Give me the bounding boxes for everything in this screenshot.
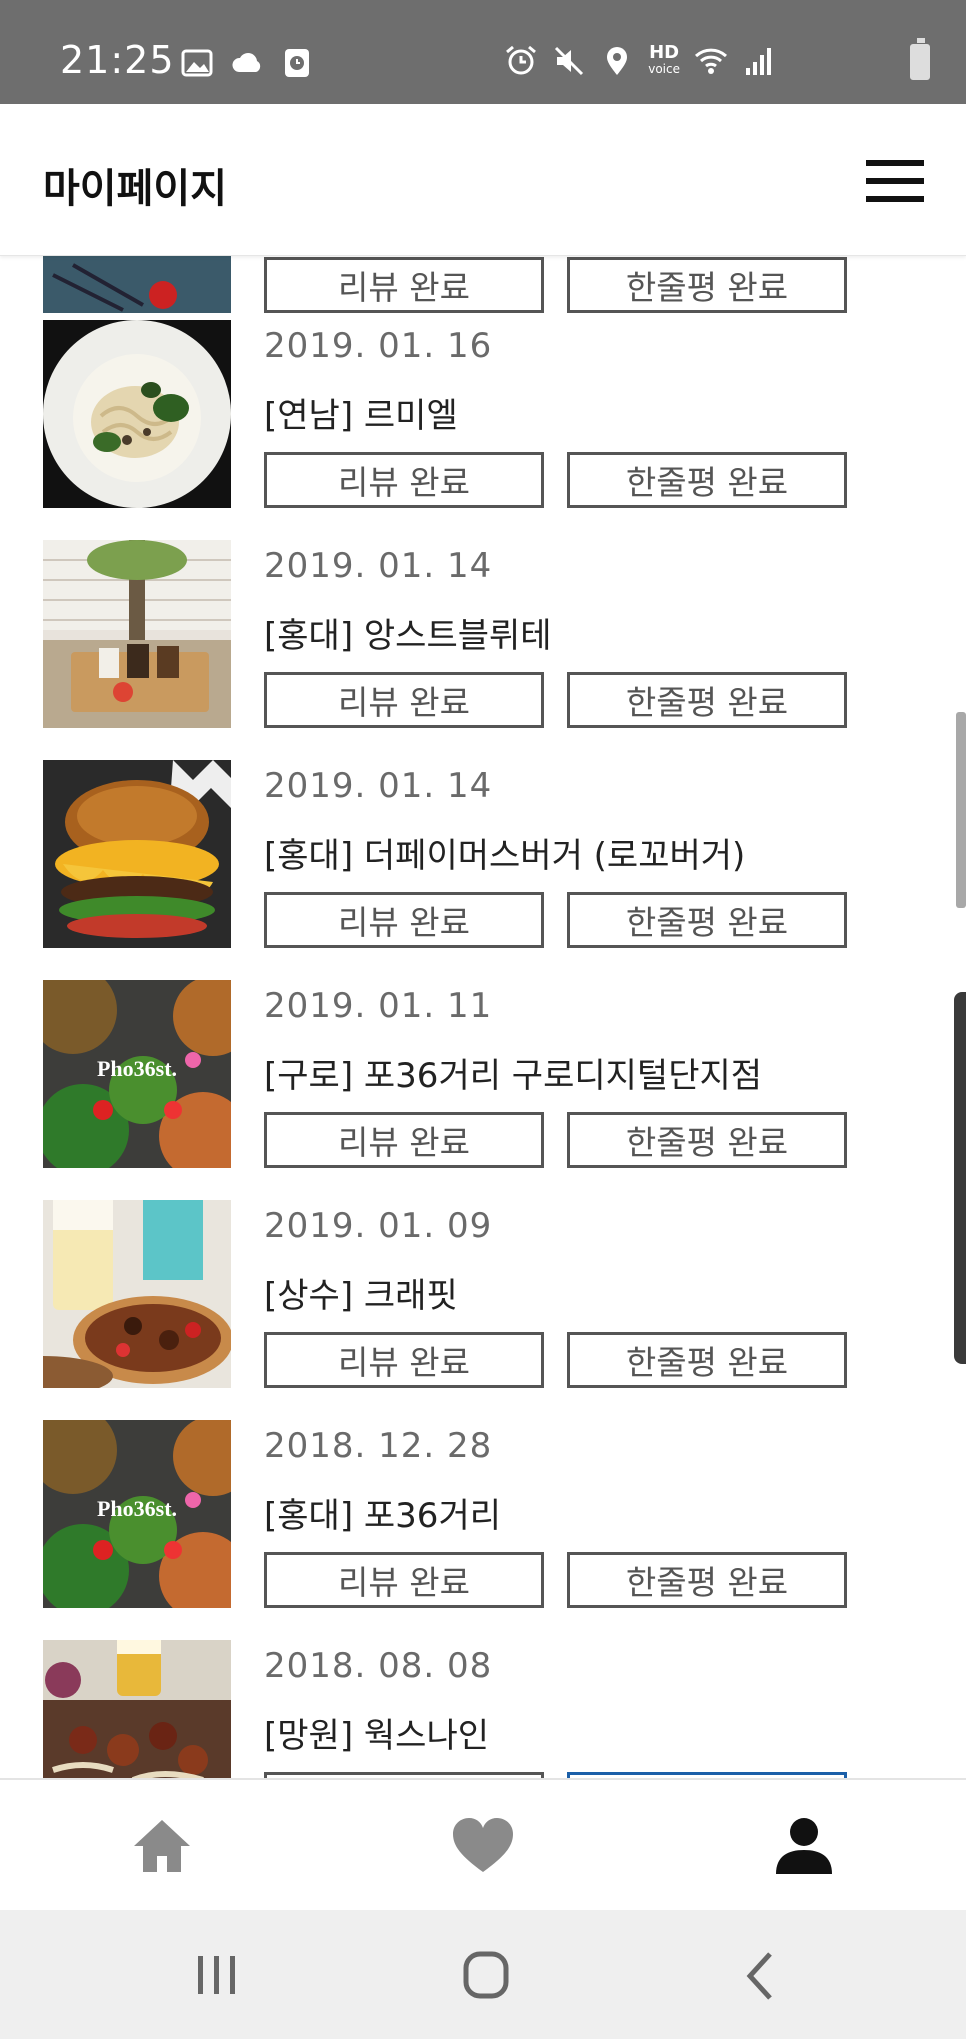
restaurant-name[interactable]: [상수] 크래핏	[264, 1268, 458, 1317]
list-item[interactable]: 2019. 01. 14 [홍대] 더페이머스버거 (로꼬버거) 리뷰 완료 한…	[0, 760, 900, 980]
food-thumbnail[interactable]	[43, 1640, 231, 1780]
restaurant-name[interactable]: [망원] 웍스나인	[264, 1708, 489, 1757]
food-thumbnail[interactable]	[43, 320, 231, 508]
cloud-icon	[232, 53, 261, 72]
restaurant-name[interactable]: [홍대] 앙스트블뤼테	[264, 608, 552, 657]
hd-voice-icon: HD voice	[648, 42, 680, 77]
signal-icon	[746, 48, 771, 75]
visit-date: 2019. 01. 14	[264, 766, 493, 806]
home-icon[interactable]	[126, 1810, 198, 1882]
food-thumbnail[interactable]	[43, 760, 231, 948]
list-item[interactable]: 2018. 08. 08 [망원] 웍스나인	[0, 1640, 900, 1780]
clock-app-icon	[285, 49, 309, 77]
image-icon	[181, 49, 213, 77]
pho36-logo-text: Pho36st.	[97, 1496, 177, 1521]
status-right-icons: HD voice	[504, 44, 776, 78]
review-done-button[interactable]: 리뷰 완료	[264, 1332, 544, 1388]
restaurant-name[interactable]: [홍대] 더페이머스버거 (로꼬버거)	[264, 828, 745, 877]
heart-icon[interactable]	[447, 1810, 519, 1882]
restaurant-name[interactable]: [홍대] 포36거리	[264, 1488, 501, 1537]
list-item[interactable]: Pho36st. 2018. 12. 28 [홍대] 포36거리 리뷰 완료 한…	[0, 1420, 900, 1640]
review-done-button[interactable]: 리뷰 완료	[264, 672, 544, 728]
list-item[interactable]: 2019. 01. 09 [상수] 크래핏 리뷰 완료 한줄평 완료	[0, 1200, 900, 1420]
status-time: 21:25	[60, 38, 175, 82]
battery-icon	[910, 38, 930, 80]
food-thumbnail[interactable]: Pho36st.	[43, 980, 231, 1168]
oneline-done-button[interactable]: 한줄평 완료	[567, 1552, 847, 1608]
menu-line	[866, 178, 924, 184]
review-done-button[interactable]: 리뷰 완료	[264, 1552, 544, 1608]
restaurant-name[interactable]: [연남] 르미엘	[264, 388, 458, 437]
visit-date: 2019. 01. 09	[264, 1206, 493, 1246]
wifi-icon	[694, 48, 728, 74]
bottom-navigation	[0, 1778, 966, 1910]
visit-date: 2019. 01. 11	[264, 986, 493, 1026]
visit-date: 2018. 08. 08	[264, 1646, 493, 1686]
visit-date: 2019. 01. 16	[264, 326, 493, 366]
user-icon[interactable]	[768, 1810, 840, 1882]
hamburger-menu-icon[interactable]	[866, 160, 924, 202]
list-item[interactable]: 2019. 01. 14 [홍대] 앙스트블뤼테 리뷰 완료 한줄평 완료	[0, 540, 900, 760]
page-title: 마이페이지	[43, 166, 227, 212]
app-header: 마이페이지	[0, 104, 966, 256]
hd-label: HD	[649, 42, 680, 63]
list-item[interactable]: Pho36st. 2019. 01. 11 [구로] 포36거리 구로디지털단지…	[0, 980, 900, 1200]
review-done-button[interactable]: 리뷰 완료	[264, 257, 544, 313]
oneline-done-button[interactable]: 한줄평 완료	[567, 1112, 847, 1168]
review-done-button[interactable]: 리뷰 완료	[264, 452, 544, 508]
food-thumbnail[interactable]	[43, 1200, 231, 1388]
back-icon[interactable]	[732, 1948, 792, 2004]
oneline-done-button[interactable]: 한줄평 완료	[567, 1332, 847, 1388]
list-item[interactable]: 2019. 01. 16 [연남] 르미엘 리뷰 완료 한줄평 완료	[0, 320, 900, 540]
review-done-button[interactable]: 리뷰 완료	[264, 892, 544, 948]
recent-apps-icon[interactable]	[186, 1948, 246, 2004]
restaurant-name[interactable]: [구로] 포36거리 구로디지털단지점	[264, 1048, 762, 1097]
status-left-icons	[180, 46, 314, 80]
location-icon	[607, 47, 628, 75]
alarm-icon	[506, 45, 537, 75]
edge-panel-handle[interactable]	[954, 992, 966, 1364]
oneline-done-button[interactable]: 한줄평 완료	[567, 672, 847, 728]
voice-label: voice	[648, 62, 680, 76]
oneline-done-button[interactable]: 한줄평 완료	[567, 892, 847, 948]
menu-line	[866, 196, 924, 202]
system-navigation-bar	[0, 1910, 966, 2039]
mute-icon	[555, 46, 584, 76]
home-circle-icon[interactable]	[456, 1948, 516, 2004]
oneline-done-button[interactable]: 한줄평 완료	[567, 257, 847, 313]
food-thumbnail[interactable]	[43, 256, 231, 313]
visit-date: 2019. 01. 14	[264, 546, 493, 586]
review-done-button[interactable]: 리뷰 완료	[264, 1112, 544, 1168]
visit-date: 2018. 12. 28	[264, 1426, 493, 1466]
visit-history-list[interactable]: 리뷰 완료 한줄평 완료 2019. 01. 16 [연남] 르미엘 리뷰 완료…	[0, 256, 966, 1780]
menu-line	[866, 160, 924, 166]
scrollbar-thumb[interactable]	[956, 712, 966, 908]
food-thumbnail[interactable]	[43, 540, 231, 728]
status-bar: 21:25 HD voice	[0, 0, 966, 104]
oneline-done-button[interactable]: 한줄평 완료	[567, 452, 847, 508]
food-thumbnail[interactable]: Pho36st.	[43, 1420, 231, 1608]
pho36-logo-text: Pho36st.	[97, 1056, 177, 1081]
